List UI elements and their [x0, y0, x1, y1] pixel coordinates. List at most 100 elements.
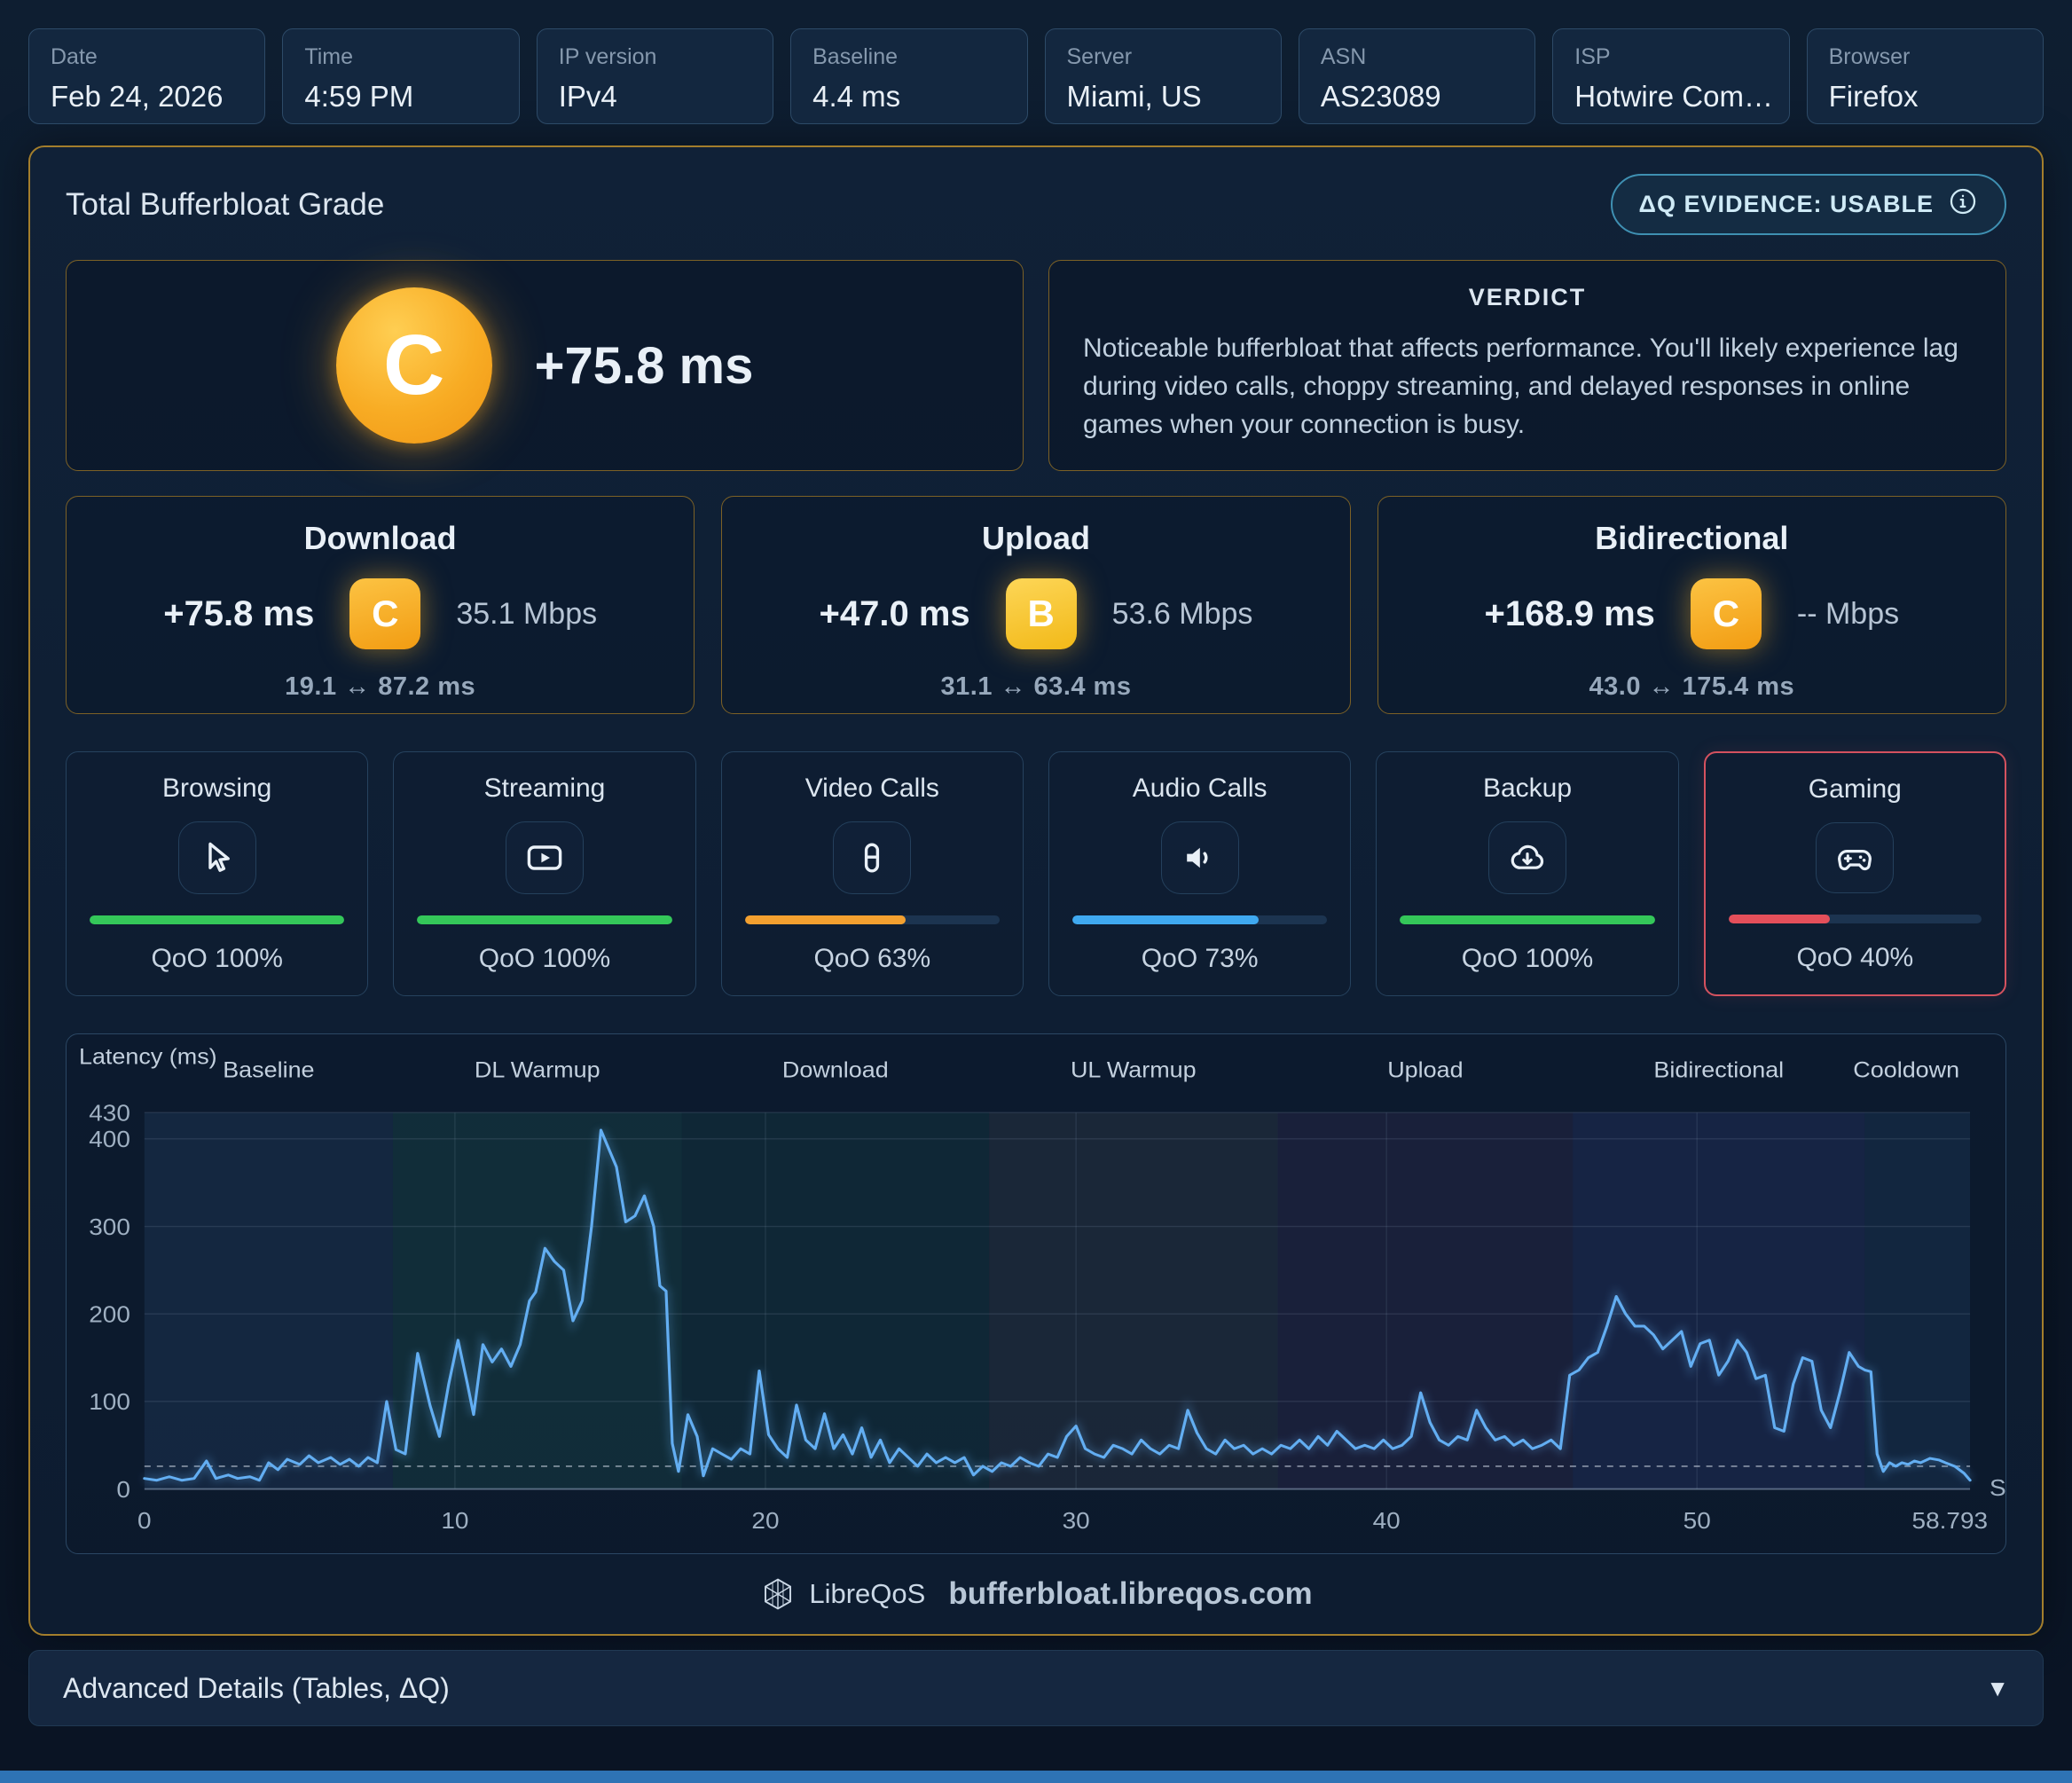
metric-latency-range: 19.1 ↔ 87.2 ms [285, 672, 475, 702]
evidence-badge-label: ΔQ EVIDENCE: USABLE [1639, 191, 1934, 218]
bottom-bar [0, 1771, 2072, 1783]
qoo-score-label: QoO 100% [479, 944, 610, 974]
advanced-details-toggle[interactable]: Advanced Details (Tables, ΔQ) ▼ [28, 1650, 2044, 1726]
svg-text:30: 30 [1063, 1508, 1090, 1534]
direction-metrics-row: Download +75.8 ms C 35.1 Mbps 19.1 ↔ 87.… [66, 496, 2006, 714]
qoo-score-label: QoO 100% [151, 944, 282, 974]
qoo-progress-track [1400, 915, 1654, 924]
gamepad-icon [1816, 822, 1894, 893]
metric-latency-delta: +75.8 ms [163, 594, 314, 634]
qoo-score-label: QoO 40% [1796, 943, 1913, 973]
metric-latency-range: 43.0 ↔ 175.4 ms [1589, 672, 1795, 702]
meta-card-browser: Browser Firefox [1807, 28, 2044, 124]
meta-card-value: Miami, US [1067, 80, 1260, 114]
svg-text:UL Warmup: UL Warmup [1071, 1056, 1197, 1082]
qoo-card-title: Browsing [162, 774, 271, 804]
svg-text:Bidirectional: Bidirectional [1653, 1056, 1784, 1082]
qoo-card-title: Audio Calls [1133, 774, 1268, 804]
meta-card-label: ISP [1574, 44, 1767, 70]
meta-info-row: Date Feb 24, 2026 Time 4:59 PM IP versio… [0, 0, 2072, 145]
qoo-card-streaming[interactable]: Streaming QoO 100% [393, 751, 695, 996]
meta-card-label: ASN [1321, 44, 1513, 70]
svg-text:20: 20 [751, 1508, 779, 1534]
svg-text:Latency (ms): Latency (ms) [79, 1043, 217, 1069]
meta-card-value: IPv4 [559, 80, 751, 114]
metric-values: +168.9 ms C -- Mbps [1485, 578, 1900, 649]
metric-speed: -- Mbps [1797, 597, 1899, 632]
metric-grade-badge: C [349, 578, 420, 649]
meta-card-label: Browser [1829, 44, 2021, 70]
delta-q-evidence-badge[interactable]: ΔQ EVIDENCE: USABLE [1611, 174, 2006, 235]
svg-text:Download: Download [782, 1056, 889, 1082]
advanced-details-label: Advanced Details (Tables, ΔQ) [63, 1672, 450, 1705]
metric-card-bidirectional: Bidirectional +168.9 ms C -- Mbps 43.0 ↔… [1377, 496, 2006, 714]
qoo-card-title: Gaming [1809, 774, 1902, 805]
cloud-download-icon [1488, 821, 1566, 894]
metric-card-download: Download +75.8 ms C 35.1 Mbps 19.1 ↔ 87.… [66, 496, 695, 714]
metric-speed: 53.6 Mbps [1112, 597, 1253, 632]
meta-card-baseline: Baseline 4.4 ms [790, 28, 1027, 124]
meta-card-label: Time [304, 44, 497, 70]
total-grade-box: C +75.8 ms [66, 260, 1024, 471]
svg-text:S: S [1990, 1475, 2005, 1501]
qoo-card-video-calls[interactable]: Video Calls QoO 63% [721, 751, 1024, 996]
svg-text:58.793: 58.793 [1912, 1508, 1988, 1534]
qoo-progress-track [1072, 915, 1327, 924]
metric-latency-delta: +168.9 ms [1485, 594, 1655, 634]
qoo-progress-fill [1072, 915, 1259, 924]
metric-speed: 35.1 Mbps [456, 597, 597, 632]
grade-circle: C [336, 287, 492, 444]
latency-chart: 01002003004004300102030405058.793Baselin… [67, 1034, 2005, 1553]
meta-card-value: 4:59 PM [304, 80, 497, 114]
qoo-progress-fill [90, 915, 344, 924]
meta-card-label: Baseline [812, 44, 1005, 70]
meta-card-label: Date [51, 44, 243, 70]
svg-text:400: 400 [89, 1127, 130, 1152]
webcam-icon [833, 821, 911, 894]
qoo-card-browsing[interactable]: Browsing QoO 100% [66, 751, 368, 996]
footer-branding: LibreQoS bufferbloat.libreqos.com [66, 1575, 2006, 1613]
svg-text:Upload: Upload [1387, 1056, 1463, 1082]
qoo-progress-fill [417, 915, 671, 924]
meta-card-server: Server Miami, US [1045, 28, 1282, 124]
metric-title: Download [304, 520, 457, 557]
panel-header: Total Bufferbloat Grade ΔQ EVIDENCE: USA… [66, 174, 2006, 235]
svg-text:200: 200 [89, 1301, 130, 1327]
meta-card-value: AS23089 [1321, 80, 1513, 114]
page-title: Total Bufferbloat Grade [66, 187, 384, 223]
svg-text:Baseline: Baseline [223, 1056, 314, 1082]
qoo-progress-fill [1400, 915, 1654, 924]
play-video-icon [506, 821, 584, 894]
verdict-text: Noticeable bufferbloat that affects perf… [1083, 329, 1972, 444]
svg-text:10: 10 [441, 1508, 468, 1534]
qoo-progress-track [1729, 915, 1982, 923]
grade-row: C +75.8 ms VERDICT Noticeable bufferbloa… [66, 260, 2006, 471]
svg-text:0: 0 [137, 1508, 152, 1534]
qoo-score-label: QoO 100% [1462, 944, 1593, 974]
cursor-icon [178, 821, 256, 894]
metric-grade-badge: B [1006, 578, 1077, 649]
svg-text:0: 0 [116, 1477, 130, 1503]
svg-text:100: 100 [89, 1389, 130, 1415]
bufferbloat-result-panel: Total Bufferbloat Grade ΔQ EVIDENCE: USA… [28, 145, 2044, 1636]
meta-card-value: Firefox [1829, 80, 2021, 114]
meta-card-label: IP version [559, 44, 751, 70]
qoo-card-gaming[interactable]: Gaming QoO 40% [1704, 751, 2006, 996]
meta-card-date: Date Feb 24, 2026 [28, 28, 265, 124]
qoo-progress-track [745, 915, 1000, 924]
metric-grade-badge: C [1691, 578, 1762, 649]
svg-text:40: 40 [1373, 1508, 1401, 1534]
metric-latency-range: 31.1 ↔ 63.4 ms [941, 672, 1132, 702]
qoo-card-backup[interactable]: Backup QoO 100% [1376, 751, 1678, 996]
info-icon[interactable] [1948, 186, 1978, 223]
speaker-icon [1161, 821, 1239, 894]
qoo-card-audio-calls[interactable]: Audio Calls QoO 73% [1048, 751, 1351, 996]
svg-text:50: 50 [1684, 1508, 1711, 1534]
metric-values: +47.0 ms B 53.6 Mbps [820, 578, 1253, 649]
meta-card-isp: ISP Hotwire Com… [1552, 28, 1789, 124]
qoo-progress-track [90, 915, 344, 924]
brand-name: LibreQoS [809, 1578, 925, 1610]
svg-text:Cooldown: Cooldown [1853, 1056, 1959, 1082]
meta-card-value: Hotwire Com… [1574, 80, 1767, 114]
qoo-score-label: QoO 73% [1142, 944, 1259, 974]
